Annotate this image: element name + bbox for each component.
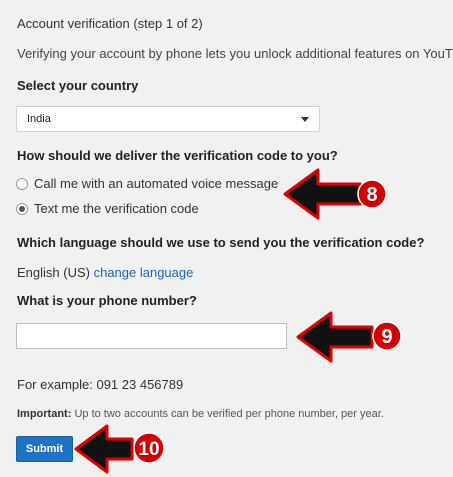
marker-9: 9 (381, 326, 392, 348)
verification-page: Account verification (step 1 of 2) Verif… (0, 0, 453, 477)
annotation-arrow-9: 9 (296, 311, 402, 363)
marker-8: 8 (366, 184, 377, 206)
annotation-arrow-10: 10 (74, 424, 165, 474)
annotation-arrow-8: 8 (283, 168, 387, 220)
marker-10: 10 (138, 439, 159, 460)
annotation-layer: 8 9 10 (74, 168, 402, 474)
